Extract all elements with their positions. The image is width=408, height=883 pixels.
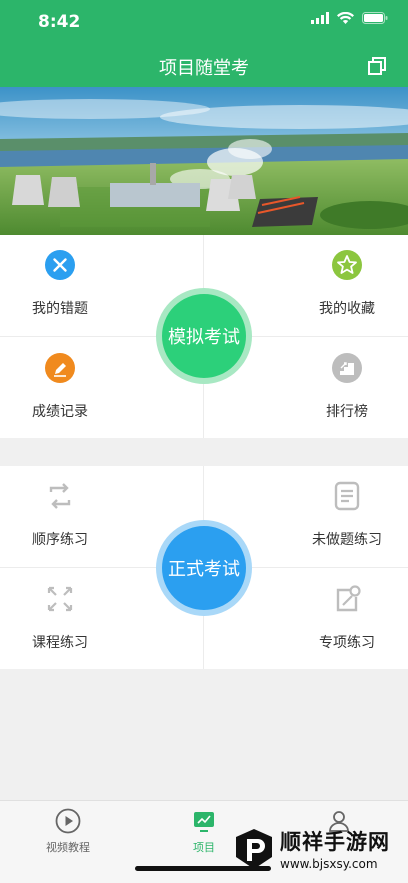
status-icons [311, 12, 388, 24]
banner-image [0, 87, 408, 235]
pencil-icon [45, 353, 75, 383]
undone-practice-item[interactable]: 未做题练习 [302, 480, 392, 550]
ranking-item[interactable]: 排行榜 [302, 352, 392, 422]
special-practice-item[interactable]: 专项练习 [302, 583, 392, 653]
edit-note-icon [336, 585, 361, 612]
scores-item[interactable]: 成绩记录 [15, 352, 105, 422]
battery-icon [362, 12, 388, 24]
wrong-questions-item[interactable]: 我的错题 [15, 249, 105, 319]
special-practice-label: 专项练习 [319, 635, 375, 651]
home-indicator [135, 866, 271, 871]
watermark: 顺祥手游网 www.bjsxsy.com [232, 826, 390, 871]
wrong-questions-label: 我的错题 [32, 301, 88, 317]
undone-practice-label: 未做题练习 [312, 532, 382, 548]
scores-label: 成绩记录 [32, 404, 88, 420]
signal-icon [311, 12, 329, 24]
watermark-logo-icon [236, 828, 272, 869]
copy-icon[interactable] [366, 55, 388, 77]
formal-exam-button[interactable]: 正式考试 [156, 520, 252, 616]
star-icon [332, 250, 362, 280]
close-circle-icon [45, 250, 75, 280]
formal-exam-label: 正式考试 [168, 559, 240, 580]
watermark-url: www.bjsxsy.com [280, 857, 378, 871]
watermark-brand: 顺祥手游网 [280, 830, 390, 854]
cycle-arrows-icon [49, 483, 71, 509]
tab-video-label: 视频教程 [46, 841, 90, 854]
ranking-label: 排行榜 [326, 404, 368, 420]
course-practice-item[interactable]: 课程练习 [15, 583, 105, 653]
wifi-icon [337, 12, 354, 24]
ranking-icon [332, 353, 362, 383]
mock-exam-button[interactable]: 模拟考试 [156, 288, 252, 384]
expand-arrows-icon [47, 586, 73, 612]
page-title: 项目随堂考 [159, 58, 249, 79]
status-time: 8:42 [38, 12, 81, 32]
header: 8:42 项目随堂考 [0, 0, 408, 87]
tab-video-tutorial[interactable]: 视频教程 [23, 808, 113, 855]
play-circle-icon [55, 808, 81, 834]
document-icon [334, 481, 360, 511]
favorites-label: 我的收藏 [319, 301, 375, 317]
monitor-chart-icon [194, 812, 214, 832]
sequential-practice-label: 顺序练习 [32, 532, 88, 548]
sequential-practice-item[interactable]: 顺序练习 [15, 480, 105, 550]
course-practice-label: 课程练习 [32, 635, 88, 651]
favorites-item[interactable]: 我的收藏 [302, 249, 392, 319]
mock-exam-label: 模拟考试 [168, 327, 240, 348]
